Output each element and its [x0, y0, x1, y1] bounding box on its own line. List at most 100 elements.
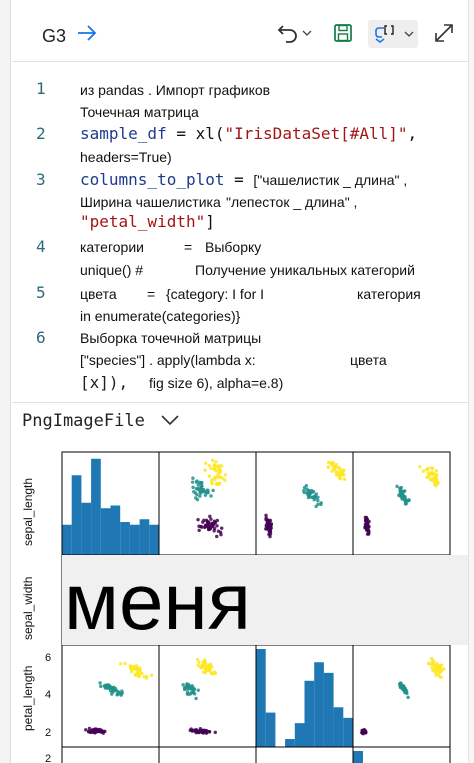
- scatter-point: [401, 495, 405, 499]
- scatter-point: [103, 729, 107, 734]
- subplot-frame: [352, 451, 451, 556]
- subplot-frame: [352, 746, 451, 763]
- scatter-point: [218, 530, 223, 535]
- expand-icon[interactable]: [432, 20, 456, 46]
- cell-reference[interactable]: G3: [42, 26, 66, 47]
- scatter-point: [197, 528, 201, 533]
- function-name: xl: [195, 124, 215, 143]
- chevron-down-icon[interactable]: [301, 20, 313, 46]
- code-line: columns_to_plot = ["чашелистик _ длина" …: [80, 170, 407, 189]
- scatter-point: [308, 489, 312, 494]
- scatter-point: [340, 470, 344, 474]
- histogram-bar: [100, 508, 111, 555]
- histogram-bar: [294, 723, 305, 747]
- code-line: "petal_width"]: [80, 212, 215, 231]
- scatter-point: [362, 728, 367, 733]
- python-output-icon: [372, 21, 402, 47]
- scatter-point: [429, 466, 434, 470]
- scatter-point: [207, 463, 211, 468]
- histogram-bar: [110, 505, 121, 555]
- scatter-point: [201, 520, 205, 524]
- scatter-point: [111, 690, 115, 694]
- scatter-point: [201, 731, 206, 735]
- y-tick-label: 2: [45, 753, 51, 763]
- scatter-point: [207, 666, 211, 671]
- scatter-point: [433, 476, 437, 481]
- code-editor[interactable]: 1 из pandas . Импорт графиков Точечная м…: [12, 62, 468, 402]
- overlay-text: меня: [64, 557, 251, 646]
- scatter-point: [218, 475, 223, 479]
- scatter-point: [138, 666, 142, 670]
- subplot-frame: [158, 746, 257, 763]
- code-text: in enumerate(categories)}: [80, 308, 241, 324]
- scatter-point: [99, 684, 103, 689]
- scatter-point: [426, 466, 430, 471]
- code-text: fig size 6), alpha=e.8): [149, 375, 284, 391]
- scatter-point: [98, 681, 102, 685]
- scatter-point: [195, 657, 200, 662]
- code-text: ["чашелистик _ длина" ,: [253, 172, 408, 188]
- scatter-point: [338, 476, 343, 480]
- scatter-point: [199, 482, 203, 486]
- histogram-bar: [149, 524, 159, 555]
- scatter-point: [399, 485, 404, 490]
- scatter-point: [93, 729, 97, 733]
- scatter-point: [433, 483, 438, 488]
- cell-toolbar: G3: [12, 0, 468, 62]
- scatter-point: [123, 661, 127, 666]
- line-number: 3: [36, 170, 46, 189]
- scatter-point: [203, 524, 208, 529]
- code-text: =: [184, 239, 193, 255]
- scatter-point: [208, 522, 212, 527]
- scatter-point: [418, 465, 422, 469]
- scatter-point: [264, 513, 268, 518]
- scatter-point: [209, 494, 213, 498]
- line-number: 4: [36, 237, 46, 256]
- subplot-frame: [255, 746, 354, 763]
- scatter-point: [210, 458, 215, 462]
- scatter-point: [118, 662, 123, 666]
- scatter-point: [214, 464, 219, 468]
- histogram-bar: [81, 502, 92, 555]
- histogram-bar: [120, 522, 130, 555]
- scatter-point: [181, 683, 185, 687]
- histogram-bar: [62, 524, 72, 555]
- chevron-down-icon[interactable]: [160, 413, 180, 432]
- left-edge: [0, 0, 11, 763]
- code-text: из pandas . Импорт графиков: [80, 82, 271, 98]
- scatter-point: [198, 494, 202, 498]
- code-text: ["species"] . apply(lambda x:: [80, 352, 256, 368]
- scatter-point: [210, 481, 214, 486]
- scatter-point: [342, 477, 347, 481]
- output-type-dropdown[interactable]: [368, 20, 418, 48]
- punctuation: ]: [205, 212, 215, 231]
- scatter-point: [208, 527, 212, 531]
- scatter-point: [118, 692, 122, 696]
- operator: =: [224, 170, 254, 189]
- scatter-point: [364, 524, 368, 529]
- output-type-label[interactable]: PngImageFile: [22, 411, 145, 431]
- code-text: Ширина чашелистика: [80, 194, 221, 210]
- scatter-point: [217, 469, 222, 474]
- scatter-point: [365, 532, 370, 536]
- subplot-frame: [158, 451, 257, 556]
- histogram-bar: [256, 649, 266, 747]
- scatter-point: [149, 673, 154, 678]
- scatter-point: [435, 473, 439, 477]
- scatter-point: [326, 465, 330, 469]
- scatter-point: [111, 686, 115, 690]
- scatter-point: [365, 528, 369, 532]
- scatter-point: [334, 462, 339, 467]
- scatter-point: [211, 671, 216, 675]
- scatter-point: [326, 460, 331, 465]
- arrow-right-icon[interactable]: [76, 20, 98, 46]
- scatter-point: [266, 524, 270, 529]
- output-divider: [12, 402, 468, 403]
- code-text: Точечная матрица: [80, 104, 199, 120]
- scatter-point: [336, 471, 340, 476]
- scatter-point: [214, 482, 219, 486]
- undo-icon[interactable]: [275, 20, 301, 46]
- scatter-point: [209, 517, 213, 521]
- scatter-point: [434, 673, 438, 677]
- save-icon[interactable]: [332, 20, 354, 46]
